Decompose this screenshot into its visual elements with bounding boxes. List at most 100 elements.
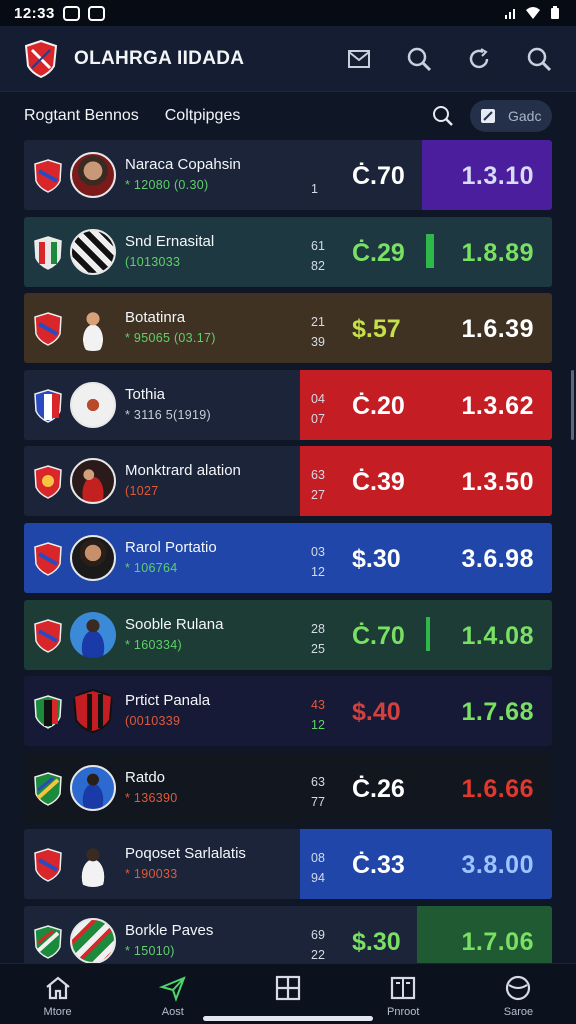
match-sub: * 15010): [125, 943, 175, 958]
match-name: Botatinra: [125, 309, 186, 327]
match-sub: * 95065 (03.17): [125, 331, 216, 346]
list-item[interactable]: Snd Ernasital (1013033 61 82 Ċ.29 1.8.89: [24, 216, 552, 287]
list-item[interactable]: Botatinra * 95065 (03.17) 21 39 $.57 1.6…: [24, 293, 552, 364]
scrollbar[interactable]: [571, 370, 574, 440]
team-shield-icon: [34, 159, 62, 193]
team-shield-icon: [34, 312, 62, 347]
odds-value[interactable]: Ċ.26: [352, 775, 405, 804]
list-item[interactable]: Tothia * 3116 5(1919) 04 07 Ċ.20 1.3.62: [24, 369, 552, 440]
match-name: Ratdo: [125, 768, 166, 786]
list-item[interactable]: Rarol Portatio * 106764 03 12 $.30 3.6.9…: [24, 522, 552, 593]
avatar: [70, 841, 116, 888]
odds-value[interactable]: Ċ.29: [352, 239, 405, 268]
stat-b: 94: [311, 871, 325, 886]
odds-total[interactable]: 1.7.06: [461, 928, 534, 957]
match-sub: (1027: [125, 484, 159, 499]
odds-total[interactable]: 1.7.68: [461, 698, 534, 727]
stat-a: 03: [311, 544, 325, 559]
odds-value[interactable]: $.30: [352, 545, 401, 574]
match-name: Monktrard alation: [125, 462, 241, 480]
match-name: Snd Ernasital: [125, 232, 215, 250]
list-item[interactable]: Poqoset Sarlalatis * 190033 08 94 Ċ.33 3…: [24, 829, 552, 900]
nav-home[interactable]: Mtore: [0, 964, 115, 1024]
grid-icon: [275, 975, 301, 1001]
list-item[interactable]: Naraca Copahsin * 12080 (0.30) 1 Ċ.70 1.…: [24, 140, 552, 210]
nav-send[interactable]: Aost: [115, 964, 230, 1024]
avatar: [70, 611, 116, 658]
team-shield-icon: [34, 771, 62, 806]
tab-top-bets[interactable]: Rogtant Bennos: [24, 107, 139, 125]
nav-grid[interactable]: [230, 964, 345, 1024]
app-header: OLAHRGA IIDADA: [0, 26, 576, 92]
odds-total[interactable]: 1.4.08: [461, 622, 534, 651]
list-item[interactable]: Monktrard alation (1027 63 27 Ċ.39 1.3.5…: [24, 446, 552, 517]
odds-total[interactable]: 1.3.50: [461, 468, 534, 497]
app-title: OLAHRGA IIDADA: [74, 47, 245, 69]
odds-total[interactable]: 3.6.98: [461, 545, 534, 574]
odds-value[interactable]: Ċ.39: [352, 468, 405, 497]
odds-total[interactable]: 1.3.62: [461, 392, 534, 421]
notification-icon: [62, 5, 80, 21]
ball-icon: [506, 975, 531, 1001]
nav-label: Saroe: [503, 1006, 534, 1018]
edit-icon: [481, 109, 495, 123]
tab-categories[interactable]: Coltpipges: [165, 107, 241, 125]
stat-a: 63: [311, 468, 325, 483]
refresh-icon[interactable]: [466, 46, 492, 72]
avatar: [70, 458, 116, 505]
club-logo-icon: [24, 39, 58, 78]
match-sub: (1013033: [125, 254, 181, 269]
list-item[interactable]: Sooble Rulana * 160334) 28 25 Ċ.70 1.4.0…: [24, 599, 552, 670]
odds-value[interactable]: Ċ.20: [352, 392, 405, 421]
odds-total[interactable]: 1.8.89: [461, 239, 534, 268]
mail-icon[interactable]: [346, 46, 372, 72]
odds-total[interactable]: 1.6.39: [461, 315, 534, 344]
search-icon[interactable]: [432, 105, 454, 127]
notification-icon: [87, 5, 105, 21]
search-icon[interactable]: [526, 46, 552, 72]
odds-value[interactable]: Ċ.70: [352, 622, 405, 651]
stat-b: 77: [311, 794, 325, 809]
avatar: [70, 152, 116, 198]
odds-value[interactable]: Ċ.33: [352, 851, 405, 880]
match-name: Poqoset Sarlalatis: [125, 845, 246, 863]
search-icon[interactable]: [406, 46, 432, 72]
stat-a: 69: [311, 927, 325, 942]
book-icon: [391, 976, 416, 1000]
list-item[interactable]: Prtict Panala (0010339 43 12 $.40 1.7.68: [24, 676, 552, 747]
odds-total[interactable]: 1.6.66: [461, 775, 534, 804]
odds-total[interactable]: 1.3.10: [461, 162, 534, 191]
match-name: Borkle Paves: [125, 921, 214, 939]
avatar: [70, 305, 116, 352]
nav-label: Aost: [161, 1006, 184, 1018]
odds-value[interactable]: $.57: [352, 315, 401, 344]
odds-value[interactable]: Ċ.70: [352, 162, 405, 191]
match-name: Tothia: [125, 385, 166, 403]
trend-bar: [426, 233, 434, 268]
stat-b: 12: [311, 564, 325, 579]
filter-button[interactable]: Gadc: [470, 100, 552, 132]
team-shield-icon: [34, 695, 62, 729]
stat-a: 43: [311, 698, 325, 713]
team-shield-icon: [34, 848, 62, 883]
team-shield-icon: [34, 542, 62, 576]
nav-book[interactable]: Pnroot: [346, 964, 461, 1024]
home-icon: [45, 976, 70, 1000]
avatar: [70, 228, 116, 275]
nav-score[interactable]: Saroe: [461, 964, 576, 1024]
stat-b: 25: [311, 641, 325, 656]
stat-b: 82: [311, 258, 325, 273]
odds-value[interactable]: $.30: [352, 928, 401, 957]
match-sub: (0010339: [125, 714, 181, 729]
stat-b: 12: [311, 718, 325, 733]
list-item[interactable]: Ratdo * 136390 63 77 Ċ.26 1.6.66: [24, 752, 552, 823]
stat-a: 63: [311, 774, 325, 789]
nav-label: Mtore: [43, 1006, 72, 1018]
sub-header: Rogtant Bennos Coltpipges Gadc: [0, 92, 576, 140]
status-time: 12:33: [14, 4, 55, 22]
home-indicator: [203, 1016, 373, 1021]
odds-value[interactable]: $.40: [352, 698, 401, 727]
match-list: Naraca Copahsin * 12080 (0.30) 1 Ċ.70 1.…: [24, 140, 552, 983]
odds-total[interactable]: 3.8.00: [461, 851, 534, 880]
bottom-nav: Mtore Aost Pnroot Saroe: [0, 963, 576, 1024]
